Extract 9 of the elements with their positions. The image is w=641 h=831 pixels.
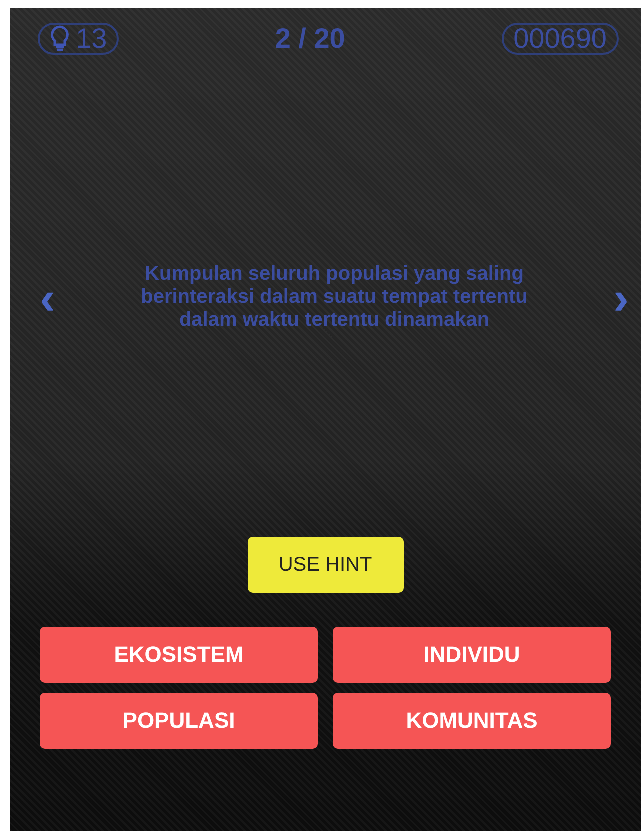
answer-button[interactable]: EKOSISTEM xyxy=(40,627,318,683)
score-counter: 000690 xyxy=(502,23,619,55)
answer-button[interactable]: INDIVIDU xyxy=(333,627,611,683)
use-hint-button[interactable]: USE HINT xyxy=(248,537,404,593)
question-text: Kumpulan seluruh populasi yang saling berinteraksi dalam suatu tempat tertentu dalam waktu tertentu dinamakan xyxy=(140,263,529,332)
answer-button[interactable]: KOMUNITAS xyxy=(333,693,611,749)
answer-button[interactable]: POPULASI xyxy=(40,693,318,749)
lightbulb-icon xyxy=(50,25,70,53)
hint-counter: 13 xyxy=(38,23,120,55)
